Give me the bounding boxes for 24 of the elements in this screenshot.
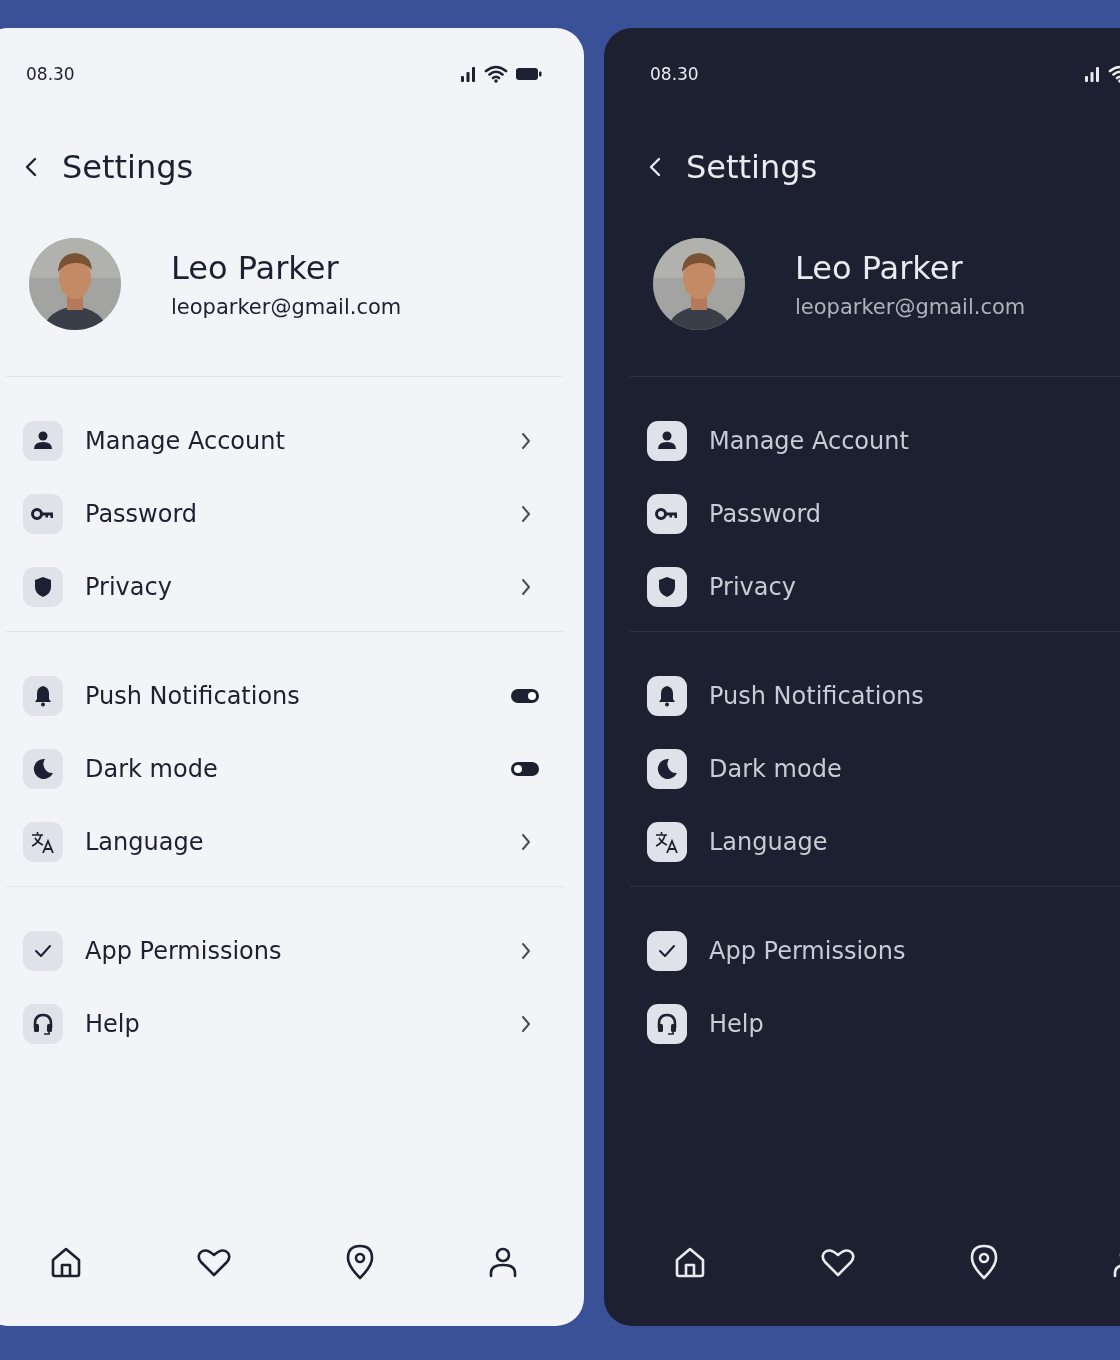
- profile-email: leoparker@gmail.com: [171, 295, 402, 319]
- settings-item[interactable]: Help: [630, 1004, 1120, 1044]
- settings-item[interactable]: Help: [6, 1004, 563, 1044]
- page-title: Settings: [62, 148, 194, 186]
- settings-item[interactable]: Dark mode: [6, 749, 563, 789]
- settings-item[interactable]: Password: [6, 494, 563, 534]
- settings-item[interactable]: App Permissions: [6, 931, 563, 971]
- profile-email: leoparker@gmail.com: [795, 295, 1026, 319]
- settings-item[interactable]: Dark mode: [630, 749, 1120, 789]
- profile-name: Leo Parker: [171, 249, 340, 287]
- settings-item[interactable]: Language: [630, 822, 1120, 862]
- settings-item[interactable]: Password: [630, 494, 1120, 534]
- settings-item[interactable]: App Permissions: [630, 931, 1120, 971]
- settings-item[interactable]: Push Notifications: [630, 676, 1120, 716]
- settings-item[interactable]: Language: [6, 822, 563, 862]
- status-time: 08.30: [26, 64, 75, 84]
- settings-item[interactable]: Push Notifications: [6, 676, 563, 716]
- settings-item[interactable]: Privacy: [630, 567, 1120, 607]
- status-time: 08.30: [650, 64, 699, 84]
- settings-item[interactable]: Privacy: [6, 567, 563, 607]
- profile-name: Leo Parker: [795, 249, 964, 287]
- settings-item[interactable]: Manage Account: [6, 421, 563, 461]
- page-title: Settings: [686, 148, 818, 186]
- settings-item[interactable]: Manage Account: [630, 421, 1120, 461]
